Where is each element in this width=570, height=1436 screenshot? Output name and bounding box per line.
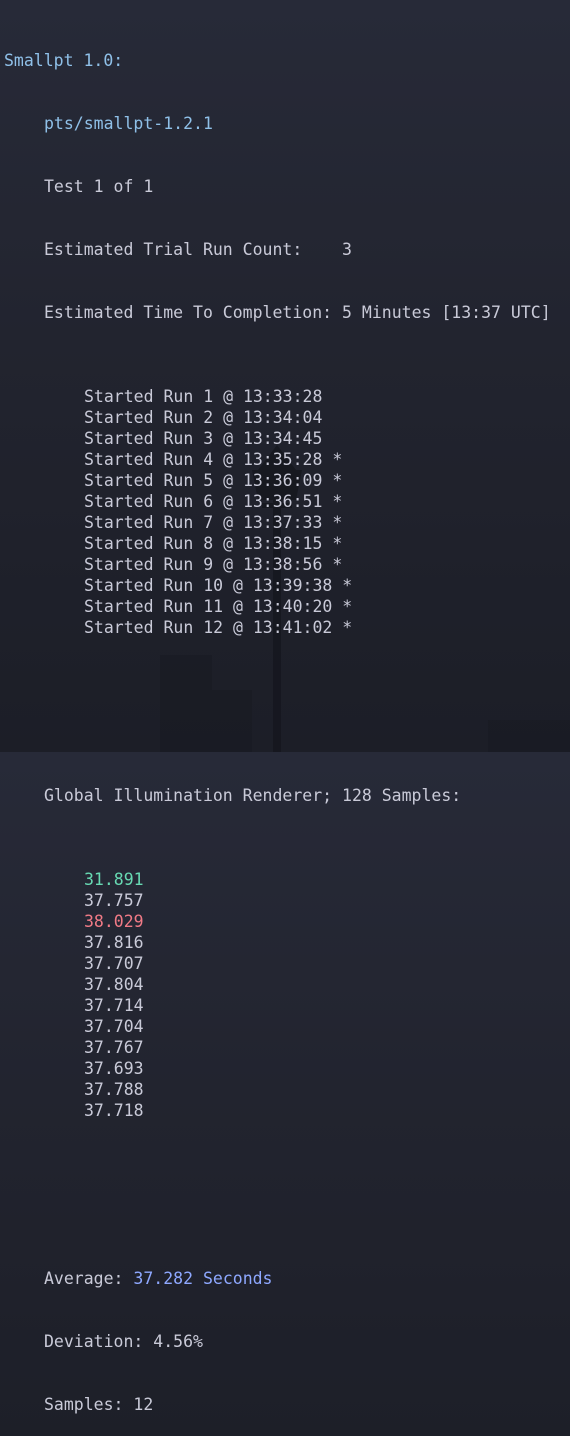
- result-values: 31.891 37.757 38.029 37.816 37.707 37.804 37.7…: [4, 869, 566, 1121]
- result-value: 37.718: [84, 1101, 144, 1120]
- run-mark: *: [332, 555, 343, 574]
- run-mark: *: [332, 534, 343, 553]
- average-value: 37.282 Seconds: [133, 1269, 273, 1288]
- result-value: 38.029: [84, 912, 144, 931]
- time-to-completion: Estimated Time To Completion: 5 Minutes …: [44, 303, 551, 322]
- result-heading: Global Illumination Renderer; 128 Sample…: [44, 786, 462, 805]
- result-value: 37.693: [84, 1059, 144, 1078]
- result-value: 37.704: [84, 1017, 144, 1036]
- run-list: Started Run 1 @ 13:33:28 Started Run 2 @ …: [4, 386, 566, 638]
- run-line: Started Run 2 @ 13:34:04: [84, 408, 323, 427]
- run-line: Started Run 8 @ 13:38:15 *: [84, 534, 343, 553]
- run-mark: *: [332, 450, 343, 469]
- result-value: 37.757: [84, 891, 144, 910]
- run-mark: *: [332, 471, 343, 490]
- deviation-line: Deviation: 4.56%: [44, 1332, 203, 1351]
- samples-line: Samples: 12: [44, 1395, 154, 1414]
- run-mark: *: [342, 618, 353, 637]
- run-line: Started Run 1 @ 13:33:28: [84, 387, 323, 406]
- run-line: Started Run 3 @ 13:34:45: [84, 429, 323, 448]
- run-line: Started Run 12 @ 13:41:02 *: [84, 618, 353, 637]
- terminal-output: Smallpt 1.0: pts/smallpt-1.2.1 Test 1 of…: [0, 0, 570, 1414]
- result-value: 37.804: [84, 975, 144, 994]
- run-mark: *: [332, 513, 343, 532]
- run-line: Started Run 4 @ 13:35:28 *: [84, 450, 343, 469]
- result-value: 37.788: [84, 1080, 144, 1099]
- result-value: 37.816: [84, 933, 144, 952]
- result-value: 31.891: [84, 870, 144, 889]
- run-line: Started Run 9 @ 13:38:56 *: [84, 555, 343, 574]
- run-line: Started Run 7 @ 13:37:33 *: [84, 513, 343, 532]
- trial-run-count: Estimated Trial Run Count: 3: [44, 240, 352, 259]
- benchmark-title: Smallpt 1.0:: [4, 51, 124, 70]
- deviation-value: 4.56%: [153, 1332, 203, 1351]
- run-line: Started Run 11 @ 13:40:20 *: [84, 597, 353, 616]
- run-mark: *: [332, 492, 343, 511]
- run-line: Started Run 5 @ 13:36:09 *: [84, 471, 343, 490]
- result-value: 37.714: [84, 996, 144, 1015]
- run-mark: *: [342, 576, 353, 595]
- samples-value: 12: [133, 1395, 154, 1414]
- run-line: Started Run 6 @ 13:36:51 *: [84, 492, 343, 511]
- test-identifier: pts/smallpt-1.2.1: [44, 114, 213, 133]
- result-value: 37.767: [84, 1038, 144, 1057]
- run-line: Started Run 10 @ 13:39:38 *: [84, 576, 353, 595]
- test-count: Test 1 of 1: [44, 177, 154, 196]
- run-mark: *: [342, 597, 353, 616]
- result-value: 37.707: [84, 954, 144, 973]
- average-line: Average: 37.282 Seconds: [44, 1269, 273, 1288]
